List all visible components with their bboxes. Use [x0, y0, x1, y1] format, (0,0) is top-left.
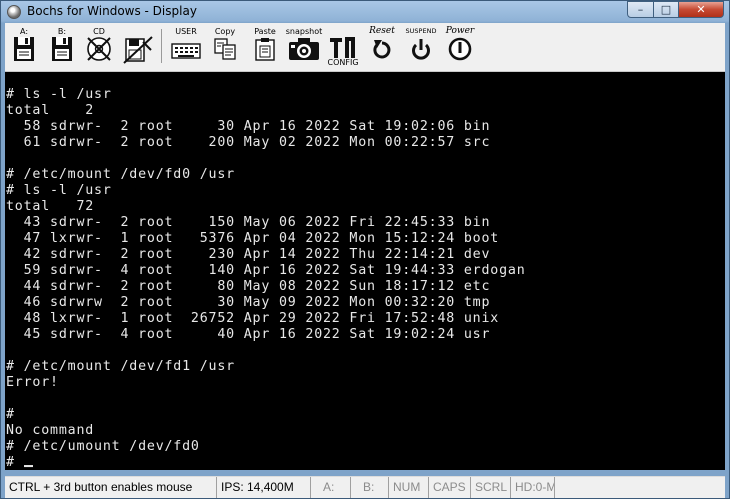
status-bar: CTRL + 3rd button enables mouse IPS: 14,…	[5, 476, 725, 498]
status-num-lock: NUM	[389, 477, 429, 498]
minimize-button[interactable]: –	[627, 1, 654, 18]
power-label: Power	[445, 26, 475, 36]
status-scroll-lock: SCRL	[471, 477, 511, 498]
bochs-window: Bochs for Windows - Display – □ ✕ A: B:	[0, 0, 730, 499]
suspend-label: SUSPEND	[405, 27, 437, 35]
bochs-app-icon	[7, 5, 21, 19]
title-bar[interactable]: Bochs for Windows - Display – □ ✕	[1, 1, 729, 23]
terminal-line: 42 sdrwr- 2 root 230 Apr 14 2022 Thu 22:…	[6, 246, 491, 263]
floppy-disk-icon	[14, 37, 34, 61]
status-floppy-b: B:	[351, 477, 389, 498]
maximize-button[interactable]: □	[653, 1, 679, 18]
status-hint: CTRL + 3rd button enables mouse	[5, 477, 217, 498]
copy-button[interactable]: Copy	[211, 27, 239, 67]
user-button[interactable]: USER	[169, 27, 203, 67]
terminal-line: 61 sdrwr- 2 root 200 May 02 2022 Mon 00:…	[6, 134, 491, 151]
toolbar-separator	[161, 29, 162, 63]
terminal-line: 45 sdrwr- 4 root 40 Apr 16 2022 Sat 19:0…	[6, 326, 491, 343]
floppy-a-button[interactable]: A:	[11, 27, 37, 67]
status-caps-lock: CAPS	[429, 477, 471, 498]
floppy-b-label: B:	[57, 27, 67, 36]
user-label: USER	[175, 27, 197, 36]
paste-icon	[255, 38, 275, 61]
status-hard-disk: HD:0-M	[511, 477, 555, 498]
status-floppy-a: A:	[311, 477, 351, 498]
floppy-a-label: A:	[19, 27, 29, 36]
cd-disc-icon	[87, 37, 111, 61]
terminal-line: # ls -l /usr	[6, 86, 112, 103]
keyboard-icon	[171, 43, 201, 59]
config-tools-icon	[330, 37, 355, 58]
terminal-line: total 72	[6, 198, 95, 215]
suspend-button[interactable]: SUSPEND	[403, 27, 439, 67]
text-cursor	[23, 465, 33, 468]
terminal-line: 58 sdrwr- 2 root 30 Apr 16 2022 Sat 19:0…	[6, 118, 491, 135]
emulator-display[interactable]: # ls -l /usr total 2 58 sdrwr- 2 root 30 …	[5, 72, 725, 470]
boot-device-button[interactable]	[123, 27, 153, 67]
terminal-line: #	[6, 406, 15, 423]
paste-button[interactable]: Paste	[251, 27, 279, 67]
reset-button[interactable]: Reset	[367, 27, 397, 67]
snapshot-label: snapshot	[285, 27, 323, 36]
terminal-line: # /etc/mount /dev/fd1 /usr	[6, 358, 235, 375]
terminal-line: 59 sdrwr- 4 root 140 Apr 16 2022 Sat 19:…	[6, 262, 526, 279]
floppy-disk-icon	[52, 37, 72, 61]
cdrom-button[interactable]: CD	[85, 27, 113, 67]
status-empty	[555, 477, 725, 498]
reset-label: Reset	[369, 26, 395, 36]
terminal-line: # /etc/umount /dev/fd0	[6, 438, 200, 455]
terminal-line: total 2	[6, 102, 95, 119]
terminal-line: 47 lxrwr- 1 root 5376 Apr 04 2022 Mon 15…	[6, 230, 500, 247]
terminal-line: 46 sdrwrw 2 root 30 May 09 2022 Mon 00:3…	[6, 294, 491, 311]
terminal-line: No command	[6, 422, 95, 439]
terminal-line: 44 sdrwr- 2 root 80 May 08 2022 Sun 18:1…	[6, 278, 491, 295]
power-icon	[448, 37, 472, 61]
terminal-line: Error!	[6, 374, 59, 391]
power-button[interactable]: Power	[443, 27, 477, 67]
copy-label: Copy	[214, 27, 236, 36]
terminal-line: 48 lxrwr- 1 root 26752 Apr 29 2022 Fri 1…	[6, 310, 500, 327]
floppy-b-button[interactable]: B:	[49, 27, 75, 67]
snapshot-button[interactable]: snapshot	[286, 27, 322, 67]
suspend-power-icon	[412, 39, 430, 60]
terminal-line: # ls -l /usr	[6, 182, 112, 199]
status-ips: IPS: 14,400M	[217, 477, 311, 498]
config-button[interactable]: CONFIG	[327, 27, 359, 67]
cdrom-label: CD	[93, 27, 105, 36]
boot-floppy-icon	[123, 36, 153, 64]
copy-icon	[214, 38, 236, 60]
paste-label: Paste	[254, 27, 276, 36]
close-button[interactable]: ✕	[678, 1, 724, 18]
config-label: CONFIG	[327, 58, 359, 67]
terminal-line: # /etc/mount /dev/fd0 /usr	[6, 166, 235, 183]
camera-icon	[289, 38, 319, 60]
terminal-line: #	[6, 455, 33, 470]
reset-arrow-icon	[373, 40, 391, 59]
window-title: Bochs for Windows - Display	[27, 4, 197, 18]
toolbar: A: B: CD USER Copy Paste snapshot CONFIG…	[5, 23, 725, 72]
terminal-line: 43 sdrwr- 2 root 150 May 06 2022 Fri 22:…	[6, 214, 491, 231]
